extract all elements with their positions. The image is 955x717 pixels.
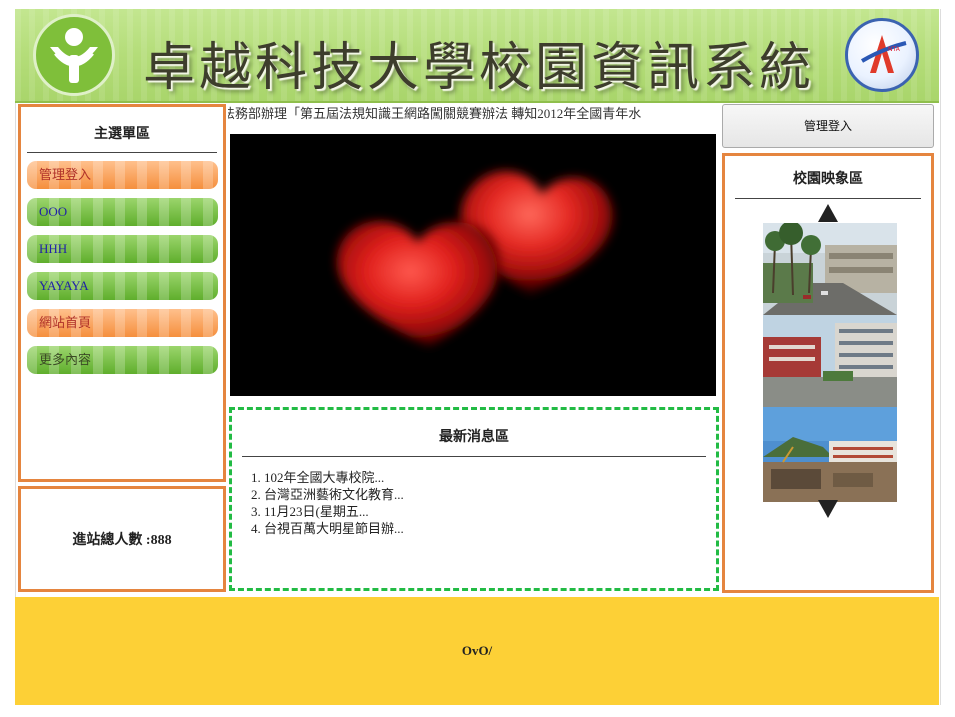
site-title: 卓越科技大學校園資訊系統: [143, 38, 816, 98]
news-item[interactable]: 11月23日(星期五...: [264, 503, 716, 520]
scroll-down-arrow-icon[interactable]: [818, 500, 838, 518]
news-item[interactable]: 台灣亞洲藝術文化教育...: [264, 486, 716, 503]
marquee-text[interactable]: 法務部辦理「第五屆法規知識王網路闖關競賽辦法 轉知2012年全國青年水: [228, 104, 641, 124]
site-header: 卓越科技大學校園資訊系統 NTA: [15, 9, 939, 103]
main-menu-title: 主選單區: [94, 127, 150, 142]
visitor-counter-box: 進站總人數 :888: [18, 486, 226, 592]
divider: [735, 198, 921, 199]
menu-item-more[interactable]: 更多內容: [27, 346, 218, 374]
menu-item-hhh[interactable]: HHH: [27, 235, 218, 263]
news-item[interactable]: 台視百萬大明星節目辦...: [264, 520, 716, 537]
news-marquee[interactable]: 法務部辦理「第五屆法規知識王網路闖關競賽辦法 轉知2012年全國青年水: [228, 104, 719, 124]
divider: [242, 456, 706, 457]
emblem-logo-icon[interactable]: NTA: [845, 18, 919, 92]
school-logo-icon[interactable]: [33, 14, 115, 96]
campus-gallery-title: 校園映象區: [793, 172, 863, 187]
divider: [27, 152, 217, 153]
news-list: 102年全國大專校院... 台灣亞洲藝術文化教育... 11月23日(星期五..…: [232, 469, 716, 537]
latest-news-title: 最新消息區: [439, 430, 509, 445]
site-footer: OvO/: [15, 597, 939, 705]
campus-photo-road[interactable]: [763, 223, 897, 315]
latest-news-panel: 最新消息區 102年全國大專校院... 台灣亞洲藝術文化教育... 11月23日…: [229, 407, 719, 591]
campus-photo-buildings[interactable]: [763, 315, 897, 407]
footer-text: OvO/: [461, 643, 493, 658]
campus-photo-construction[interactable]: [763, 407, 897, 502]
menu-item-home[interactable]: 網站首頁: [27, 309, 218, 337]
menu-item-ooo[interactable]: OOO: [27, 198, 218, 226]
news-item[interactable]: 102年全國大專校院...: [264, 469, 716, 486]
banner-image: [230, 134, 716, 396]
visitor-counter-text: 進站總人數 :888: [72, 533, 172, 548]
menu-item-yayaya[interactable]: YAYAYA: [27, 272, 218, 300]
campus-gallery-panel: 校園映象區: [722, 153, 934, 593]
admin-login-button[interactable]: 管理登入: [722, 104, 934, 148]
scroll-up-arrow-icon[interactable]: [818, 204, 838, 222]
svg-text:NTA: NTA: [888, 46, 901, 53]
menu-item-admin-login[interactable]: 管理登入: [27, 161, 218, 189]
main-menu-panel: 主選單區 管理登入 OOO HHH YAYAYA 網站首頁 更多內容: [18, 104, 226, 482]
